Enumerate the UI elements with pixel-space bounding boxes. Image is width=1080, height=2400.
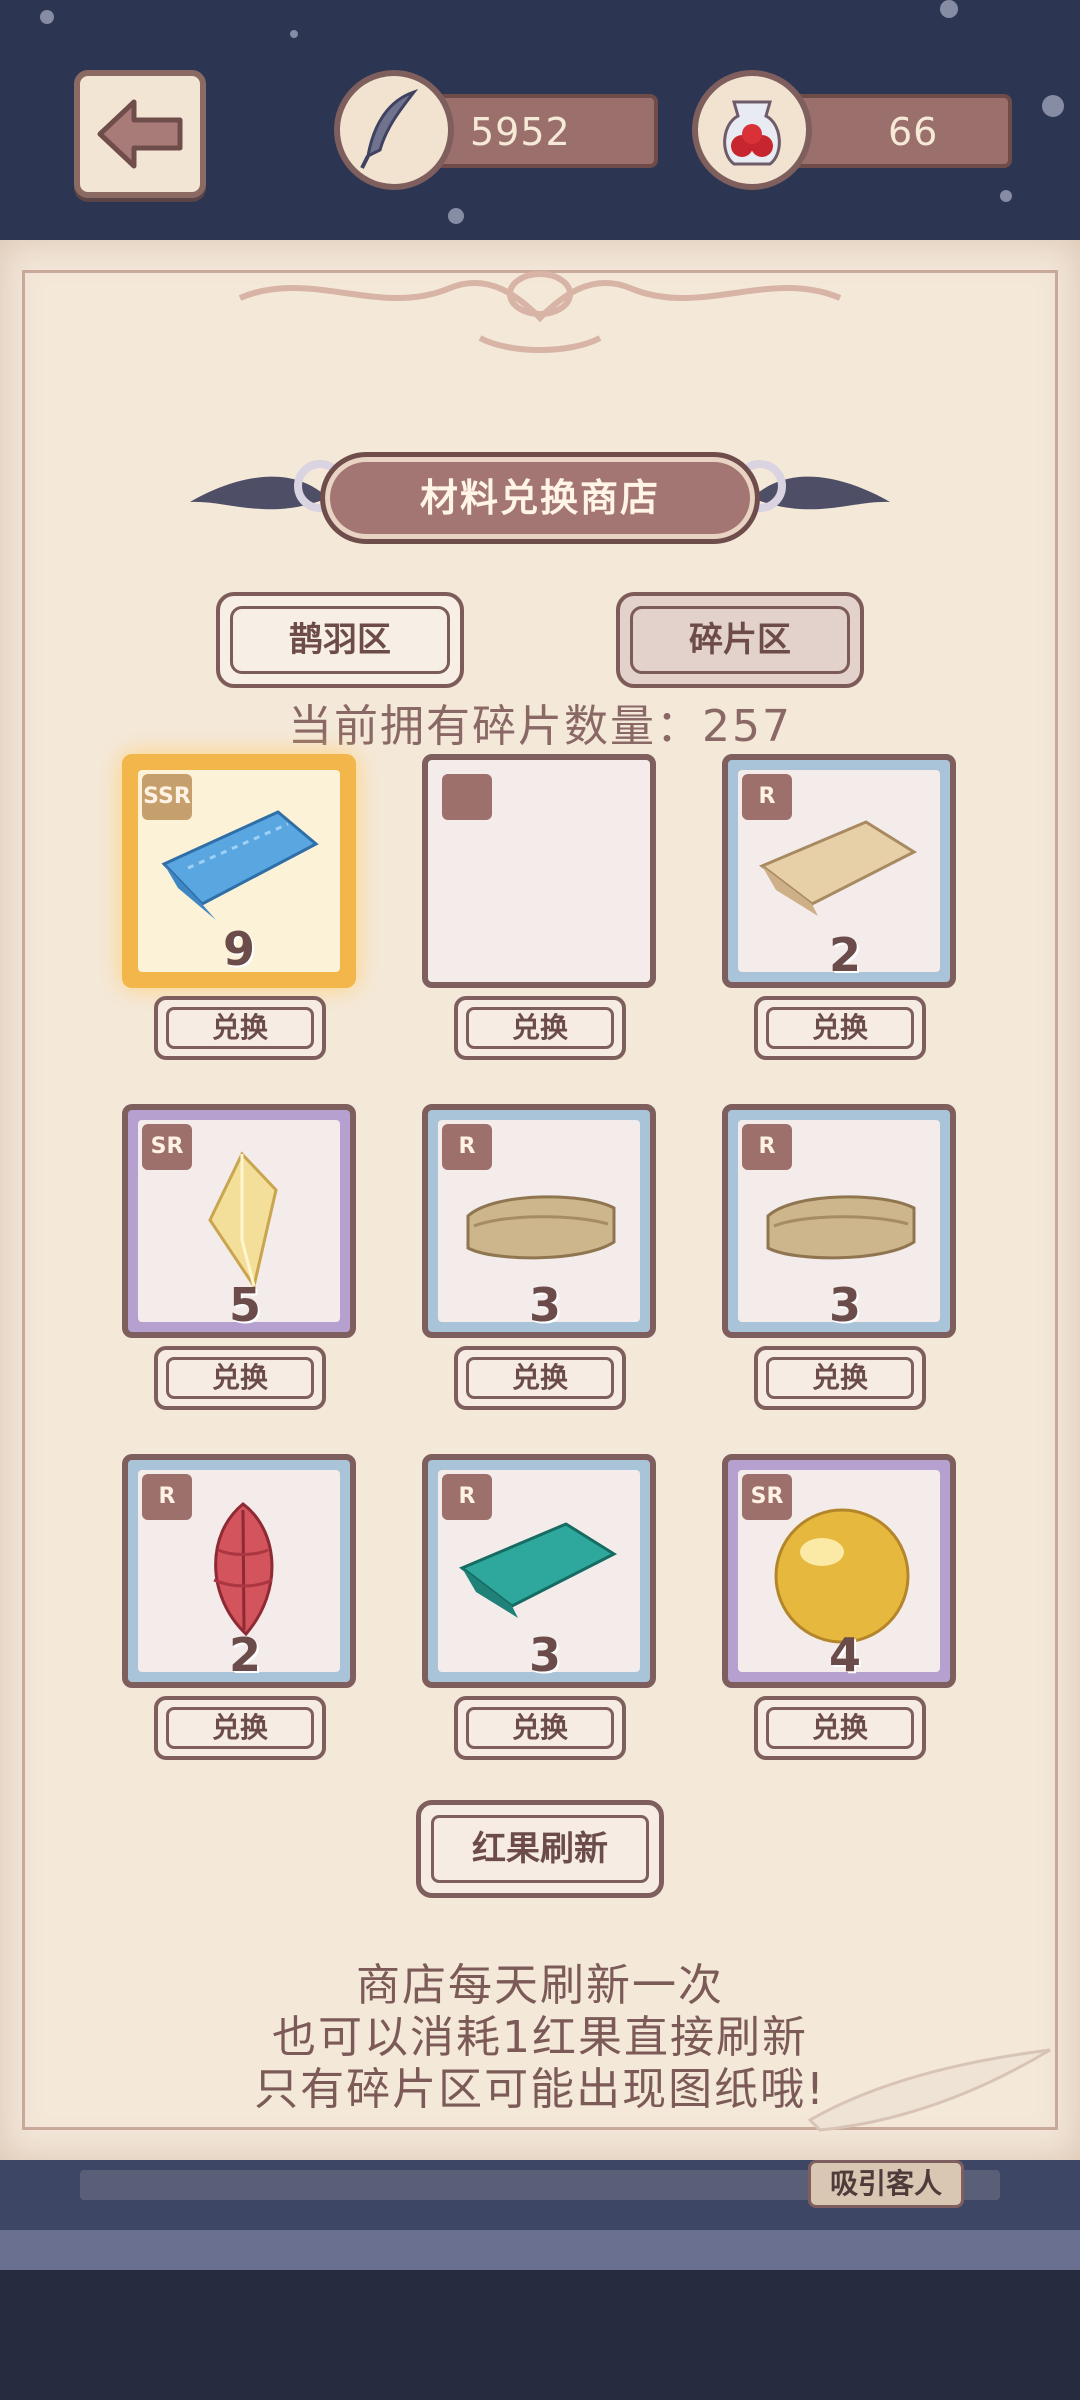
red-feather-icon	[213, 1502, 274, 1637]
feather-counter: 5952	[418, 94, 658, 168]
shop-title-banner: 材料兑换商店	[320, 452, 760, 544]
shop-item-slot[interactable]: R 2	[722, 754, 956, 988]
berry-count: 66	[888, 110, 939, 154]
arrow-left-icon	[97, 99, 183, 169]
shop-item-slot[interactable]: R 3	[422, 1104, 656, 1338]
star-decoration	[1000, 190, 1012, 202]
tab-feather-zone[interactable]: 鹊羽区	[216, 592, 464, 688]
tab-label: 碎片区	[689, 620, 791, 660]
golden-pearl-icon	[774, 1508, 910, 1644]
cave-floor-decoration	[0, 2270, 1080, 2400]
star-decoration	[40, 10, 54, 24]
shop-item-slot[interactable]: R 2	[122, 1454, 356, 1688]
exchange-button[interactable]: 兑换	[454, 996, 626, 1060]
rarity-badge: R	[742, 1124, 792, 1170]
shop-item-slot-empty[interactable]	[422, 754, 656, 988]
khaki-cloth-icon	[466, 1195, 616, 1260]
tab-fragment-zone[interactable]: 碎片区	[616, 592, 864, 688]
rarity-badge: R	[442, 1474, 492, 1520]
item-quantity: 9	[222, 922, 255, 976]
rarity-badge: R	[742, 774, 792, 820]
button-label: 兑换	[511, 1361, 568, 1394]
star-decoration	[1042, 95, 1064, 117]
star-decoration	[290, 30, 298, 38]
feather-count: 5952	[470, 110, 571, 154]
exchange-button[interactable]: 兑换	[754, 1346, 926, 1410]
shop-item-slot[interactable]: SR 5	[122, 1104, 356, 1338]
button-label: 兑换	[211, 1011, 268, 1044]
shop-item-slot[interactable]: R 3	[722, 1104, 956, 1338]
exchange-button[interactable]: 兑换	[454, 1696, 626, 1760]
blue-fabric-icon	[161, 810, 319, 920]
shop-item-slot[interactable]: SSR 9	[122, 754, 356, 988]
red-berry-refresh-button[interactable]: 红果刷新	[416, 1800, 664, 1898]
item-quantity: 3	[528, 1278, 561, 1332]
rarity-badge: R	[442, 1124, 492, 1170]
khaki-cloth-icon	[766, 1195, 916, 1260]
item-quantity: 3	[528, 1628, 561, 1682]
rarity-badge: SSR	[142, 774, 192, 820]
background-scene: 吸引客人	[0, 2160, 1080, 2400]
star-decoration	[448, 208, 464, 224]
berry-counter: 66	[784, 94, 1012, 168]
exchange-button[interactable]: 兑换	[154, 1346, 326, 1410]
button-label: 兑换	[211, 1711, 268, 1744]
item-quantity: 2	[228, 1628, 261, 1682]
attract-guests-button[interactable]: 吸引客人	[808, 2160, 964, 2208]
feather-icon	[334, 70, 454, 190]
page-title: 材料兑换商店	[419, 476, 660, 520]
button-label: 吸引客人	[829, 2167, 942, 2200]
beige-fabric-icon	[759, 820, 918, 916]
shop-item-slot[interactable]: R 3	[422, 1454, 656, 1688]
star-decoration	[940, 0, 958, 18]
shop-item-slot[interactable]: SR 4	[722, 1454, 956, 1688]
exchange-button[interactable]: 兑换	[754, 1696, 926, 1760]
button-label: 兑换	[211, 1361, 268, 1394]
rarity-badge: R	[142, 1474, 192, 1520]
back-button[interactable]	[74, 70, 206, 198]
teal-fabric-icon	[459, 1522, 618, 1618]
yellow-crystal-icon	[208, 1151, 278, 1290]
button-label: 兑换	[811, 1011, 868, 1044]
note-line: 商店每天刷新一次	[356, 1960, 724, 2011]
ornament-top-icon	[238, 271, 842, 353]
button-label: 兑换	[811, 1361, 868, 1394]
item-quantity: 5	[228, 1278, 261, 1332]
button-label: 兑换	[511, 1011, 568, 1044]
exchange-button[interactable]: 兑换	[154, 1696, 326, 1760]
item-quantity: 4	[828, 1628, 861, 1682]
button-label: 兑换	[811, 1711, 868, 1744]
button-label: 兑换	[511, 1711, 568, 1744]
red-berry-jar-icon	[692, 70, 812, 190]
exchange-button[interactable]: 兑换	[454, 1346, 626, 1410]
tab-label: 鹊羽区	[289, 620, 391, 660]
exchange-button[interactable]: 兑换	[154, 996, 326, 1060]
item-quantity: 3	[828, 1278, 861, 1332]
item-quantity: 2	[828, 928, 861, 982]
exchange-button[interactable]: 兑换	[754, 996, 926, 1060]
cave-ridge-decoration	[0, 2230, 1080, 2270]
rarity-badge: SR	[742, 1474, 792, 1520]
button-label: 红果刷新	[472, 1829, 608, 1869]
feather-quill-icon	[807, 2048, 1051, 2132]
fragment-count-text: 当前拥有碎片数量：257	[288, 701, 792, 752]
rarity-badge	[442, 774, 492, 820]
rarity-badge: SR	[142, 1124, 192, 1170]
